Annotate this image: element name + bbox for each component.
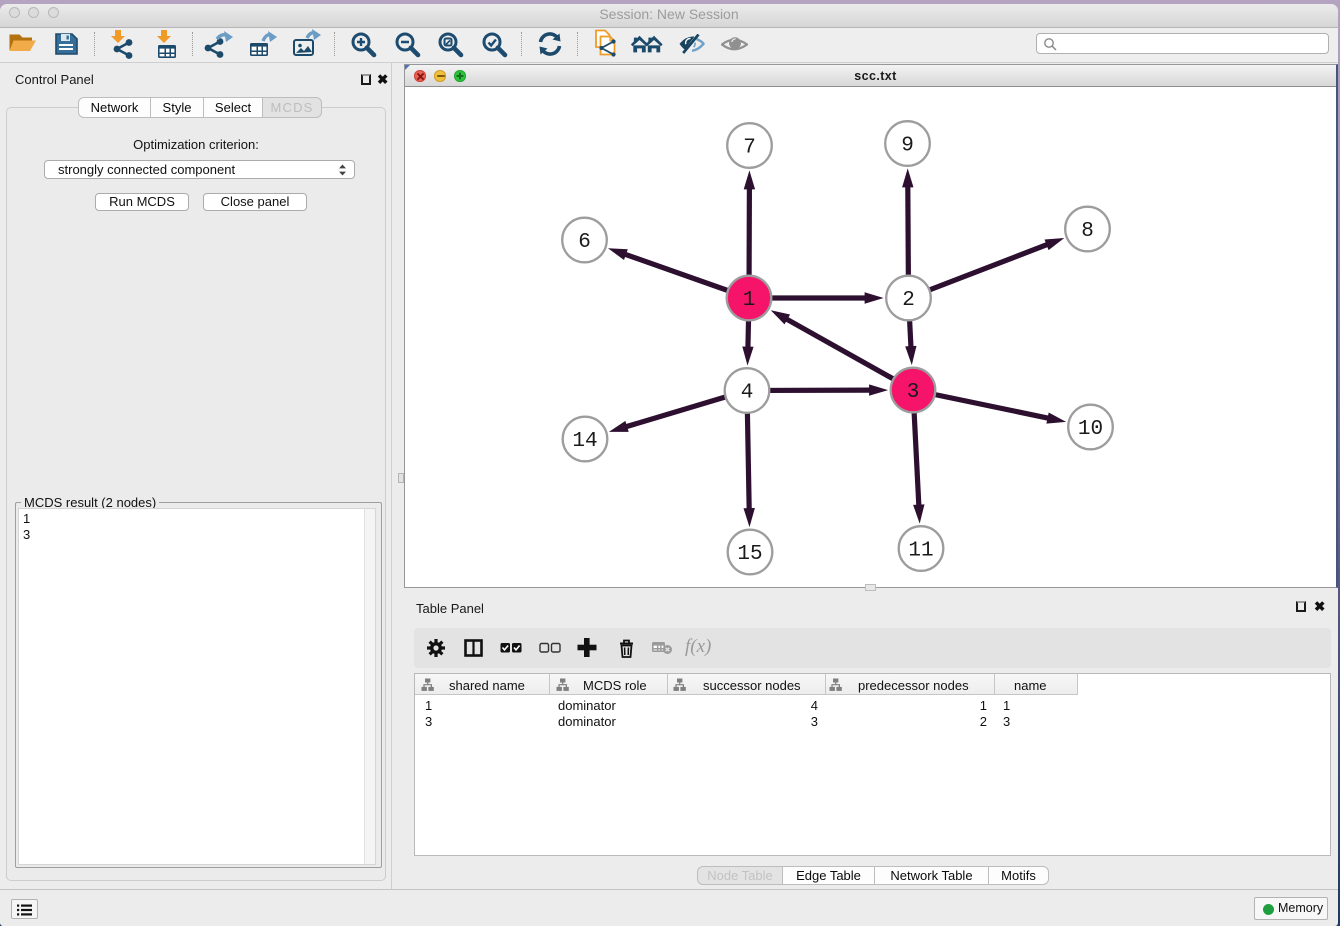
svg-text:6: 6	[578, 231, 591, 254]
svg-text:4: 4	[741, 382, 754, 405]
svg-text:15: 15	[737, 543, 762, 566]
svg-text:3: 3	[907, 381, 920, 404]
svg-text:1: 1	[743, 289, 756, 312]
svg-text:9: 9	[901, 135, 914, 158]
svg-text:8: 8	[1081, 220, 1094, 243]
svg-text:10: 10	[1078, 418, 1103, 441]
svg-text:14: 14	[572, 430, 597, 453]
svg-text:2: 2	[902, 289, 915, 312]
svg-text:11: 11	[908, 540, 933, 563]
svg-text:7: 7	[743, 137, 756, 160]
